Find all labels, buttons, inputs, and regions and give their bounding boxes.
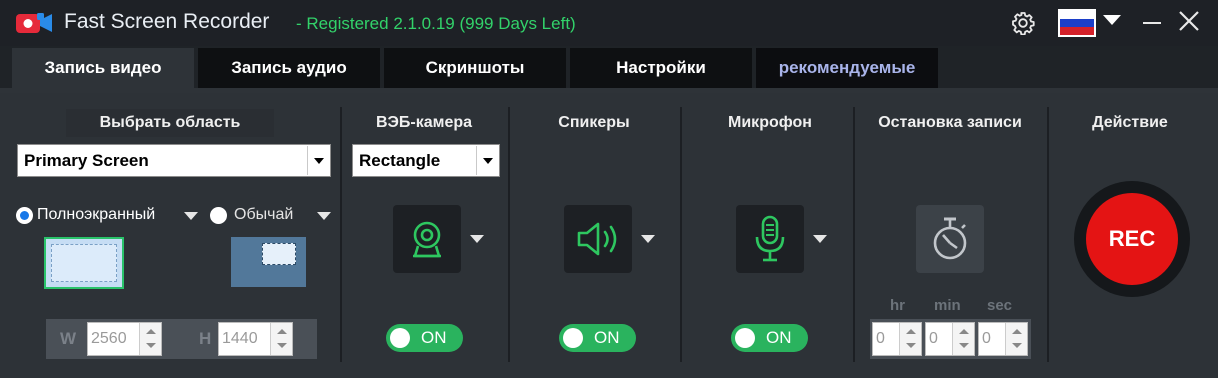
separator [340,107,342,362]
tab-audio-recording[interactable]: Запись аудио [198,48,380,88]
increment-icon[interactable] [146,329,156,334]
fullscreen-radio[interactable] [16,207,33,224]
decrement-icon[interactable] [1012,343,1022,348]
increment-icon[interactable] [906,329,916,334]
title-bar: Fast Screen Recorder - Registered 2.1.0.… [0,0,1218,46]
tab-settings[interactable]: Настройки [570,48,752,88]
width-value: 2560 [91,330,127,347]
increment-icon[interactable] [277,329,287,334]
tab-screenshots[interactable]: Скриншоты [384,48,566,88]
width-stepper[interactable]: 2560 [87,322,162,356]
width-label: W [60,329,77,348]
webcam-toggle[interactable]: ON [386,324,463,352]
separator [680,107,682,362]
speakers-button[interactable] [564,205,632,273]
language-flag-icon[interactable] [1058,9,1096,37]
separator [853,107,855,362]
stopwatch-button[interactable] [916,205,984,273]
webcam-toggle-label: ON [421,328,447,347]
custom-area-preview[interactable] [231,237,306,287]
rec-button-ring: REC [1074,181,1190,297]
microphone-toggle-label: ON [766,328,792,347]
height-stepper[interactable]: 1440 [218,322,293,356]
webcam-button[interactable] [393,205,461,273]
microphone-button[interactable] [736,205,804,273]
height-label: H [199,329,212,348]
app-title: Fast Screen Recorder [64,10,270,33]
webcam-dropdown-icon[interactable] [470,235,484,243]
fullscreen-dropdown-icon[interactable] [184,212,198,220]
custom-radio[interactable] [210,207,227,224]
stop-section-title: Остановка записи [878,114,1022,131]
increment-icon[interactable] [959,329,969,334]
webcam-shape-value: Rectangle [359,151,441,170]
decrement-icon[interactable] [277,343,287,348]
video-recording-panel: Выбрать область Primary Screen Полноэкра… [0,88,1218,378]
webcam-section-title: ВЭБ-камера [375,114,473,131]
gear-icon[interactable] [1011,11,1035,35]
seconds-stepper[interactable]: 0 [978,322,1028,356]
separator [508,107,510,362]
minutes-value: 0 [929,330,938,347]
microphone-toggle[interactable]: ON [731,324,808,352]
hours-stepper[interactable]: 0 [872,322,922,356]
language-dropdown-icon[interactable] [1103,15,1121,25]
speakers-toggle[interactable]: ON [559,324,636,352]
minimize-button[interactable] [1143,22,1161,24]
close-icon[interactable] [1176,8,1202,34]
fullscreen-radio-label[interactable]: Полноэкранный [37,206,155,224]
seconds-label: sec [987,297,1013,314]
microphone-icon [755,215,785,262]
stopwatch-icon [933,217,967,260]
speaker-icon [577,222,617,256]
speakers-dropdown-icon[interactable] [641,235,655,243]
area-section-title: Выбрать область [66,109,274,137]
microphone-section-title: Микрофон [728,114,812,131]
speakers-toggle-label: ON [594,328,620,347]
microphone-dropdown-icon[interactable] [813,235,827,243]
increment-icon[interactable] [1012,329,1022,334]
chevron-down-icon[interactable] [307,146,329,175]
area-select-value: Primary Screen [24,151,149,170]
decrement-icon[interactable] [959,343,969,348]
fullscreen-preview[interactable] [44,237,124,289]
action-section-title: Действие [1092,114,1168,131]
hours-label: hr [890,297,905,314]
custom-dropdown-icon[interactable] [317,212,331,220]
height-value: 1440 [222,330,258,347]
registration-status: - Registered 2.1.0.19 (999 Days Left) [296,14,576,33]
rec-button[interactable]: REC [1086,193,1178,285]
separator [1047,107,1049,362]
minutes-label: min [934,297,961,314]
hours-value: 0 [876,330,885,347]
speakers-section-title: Спикеры [558,114,630,131]
decrement-icon[interactable] [146,343,156,348]
tab-video-recording[interactable]: Запись видео [12,48,194,88]
webcam-shape-select[interactable]: Rectangle [352,144,500,177]
seconds-value: 0 [982,330,991,347]
decrement-icon[interactable] [906,343,916,348]
tab-recommended[interactable]: рекомендуемые [756,48,938,88]
dimensions-box: W 2560 H 1440 [46,319,317,359]
webcam-icon [413,221,441,258]
chevron-down-icon[interactable] [476,146,498,175]
camera-logo-icon [16,13,52,33]
custom-radio-label[interactable]: Обычай [234,206,293,224]
minutes-stepper[interactable]: 0 [925,322,975,356]
area-select[interactable]: Primary Screen [17,144,331,177]
stop-timer-box: 0 0 0 [870,319,1031,359]
